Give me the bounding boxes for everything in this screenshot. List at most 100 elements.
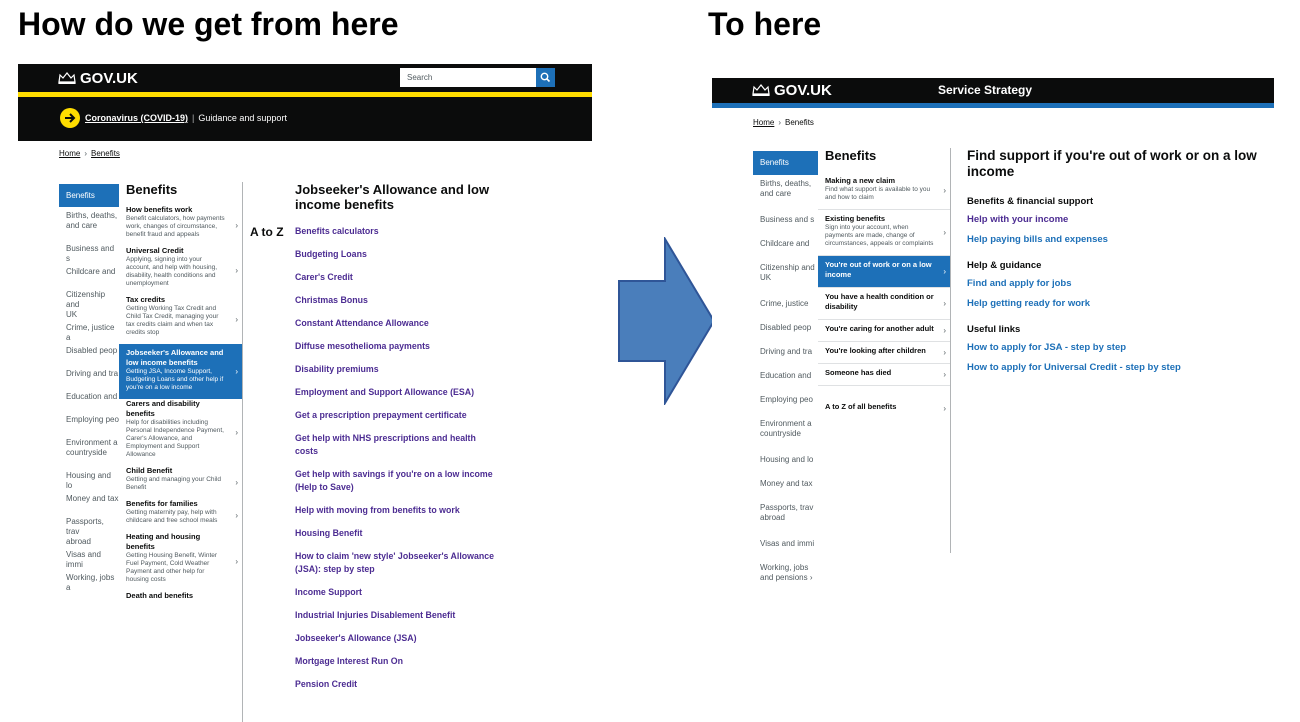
breadcrumb-home[interactable]: Home — [59, 149, 80, 158]
support-content: Find support if you're out of work or on… — [967, 148, 1267, 388]
govuk-logo[interactable]: GOV.UK — [58, 70, 138, 87]
sidebar-item[interactable]: Money and tax — [59, 490, 119, 513]
category-item[interactable]: Jobseeker's Allowance and low income ben… — [119, 344, 242, 399]
search-input[interactable]: Search — [400, 68, 536, 87]
sidebar-item[interactable]: Childcare and — [753, 235, 818, 259]
sidebar-item[interactable]: Crime, justice a — [59, 319, 119, 342]
covid-link[interactable]: Coronavirus (COVID-19) — [85, 113, 188, 123]
benefit-link[interactable]: Budgeting Loans — [295, 248, 495, 261]
benefit-link[interactable]: Carer's Credit — [295, 271, 495, 284]
category-item[interactable]: Heating and housing benefits Getting Hous… — [119, 532, 242, 591]
sidebar-item[interactable]: Crime, justice — [753, 295, 818, 319]
sidebar-item[interactable]: Visas and immi — [753, 535, 818, 559]
benefit-link[interactable]: Jobseeker's Allowance (JSA) — [295, 632, 495, 645]
support-link[interactable]: Find and apply for jobs — [967, 278, 1267, 290]
search-button[interactable] — [536, 68, 555, 87]
benefit-link[interactable]: Get help with NHS prescriptions and heal… — [295, 432, 495, 458]
service-name[interactable]: Service Strategy — [938, 83, 1032, 97]
sidebar-item[interactable]: Working, jobs and pensions › — [753, 559, 818, 583]
benefit-link[interactable]: Constant Attendance Allowance — [295, 317, 495, 330]
sidebar-item[interactable]: Visas and immi — [59, 546, 119, 569]
chevron-right-icon: › — [235, 510, 238, 520]
benefit-link[interactable]: How to claim 'new style' Jobseeker's All… — [295, 550, 495, 576]
chevron-right-icon: › — [943, 403, 946, 413]
covid-guidance-text: Guidance and support — [198, 113, 287, 123]
benefit-link[interactable]: Christmas Bonus — [295, 294, 495, 307]
benefits-category-column: Benefits How benefits work Benefit calcul… — [119, 182, 243, 722]
benefit-link[interactable]: Benefits calculators — [295, 225, 495, 238]
support-section: Benefits & financial support Help with yo… — [967, 196, 1267, 246]
sidebar-item[interactable]: Working, jobs a — [59, 569, 119, 592]
category-item[interactable]: Making a new claim Find what support is a… — [818, 172, 950, 210]
support-link[interactable]: Help paying bills and expenses — [967, 234, 1267, 246]
chevron-right-icon: › — [943, 227, 946, 237]
sidebar-item[interactable]: Benefits — [753, 151, 818, 175]
sidebar-item[interactable]: Environment a countryside — [753, 415, 818, 451]
benefit-link[interactable]: Disability premiums — [295, 363, 495, 376]
section-title: Useful links — [967, 324, 1021, 335]
sidebar-item[interactable]: Employing peo — [753, 391, 818, 415]
atoz-label[interactable]: A to Z — [250, 225, 284, 239]
category-item[interactable]: Universal Credit Applying, signing into y… — [119, 246, 242, 295]
sidebar-item[interactable]: Citizenship and UK — [753, 259, 818, 295]
sidebar-item[interactable]: Environment a countryside — [59, 434, 119, 467]
sidebar-item[interactable]: Education and — [59, 388, 119, 411]
category-item[interactable]: A to Z of all benefits › — [818, 398, 950, 419]
category-heading: Benefits — [825, 148, 877, 163]
benefit-link[interactable]: Get help with savings if you're on a low… — [295, 468, 495, 494]
govuk-logo[interactable]: GOV.UK — [752, 82, 832, 99]
breadcrumb-home[interactable]: Home — [753, 118, 774, 127]
benefit-link[interactable]: Housing Benefit — [295, 527, 495, 540]
sidebar-item[interactable]: Childcare and — [59, 263, 119, 286]
category-title: You're out of work or on a low income — [825, 260, 932, 279]
category-item[interactable]: Child Benefit Getting and managing your C… — [119, 466, 242, 499]
chevron-right-icon: › — [943, 298, 946, 308]
benefit-link[interactable]: Mortgage Interest Run On — [295, 655, 495, 668]
benefit-link[interactable]: Employment and Support Allowance (ESA) — [295, 386, 495, 399]
support-link[interactable]: How to apply for JSA - step by step — [967, 342, 1267, 354]
sidebar-item[interactable]: Disabled peop — [753, 319, 818, 343]
sidebar-item[interactable]: Business and s — [59, 240, 119, 263]
sidebar-item[interactable]: Driving and tra — [753, 343, 818, 367]
category-item[interactable]: You're out of work or on a low income › — [818, 256, 950, 288]
sidebar-item[interactable]: Disabled peop — [59, 342, 119, 365]
category-item[interactable]: Benefits for families Getting maternity p… — [119, 499, 242, 532]
benefit-link[interactable]: Diffuse mesothelioma payments — [295, 340, 495, 353]
sidebar-item[interactable]: Business and s — [753, 211, 818, 235]
benefit-link[interactable]: Get a prescription prepayment certificat… — [295, 409, 495, 422]
category-title: You're caring for another adult — [825, 324, 934, 333]
sidebar-item[interactable]: Births, deaths, and care — [753, 175, 818, 211]
support-link[interactable]: Help getting ready for work — [967, 298, 1267, 310]
category-item[interactable]: You're caring for another adult › — [818, 320, 950, 342]
sidebar-item[interactable]: Money and tax — [753, 475, 818, 499]
category-description: Getting and managing your Child Benefit — [126, 476, 222, 491]
category-item[interactable]: Death and benefits — [119, 591, 242, 608]
category-item[interactable]: Existing benefits Sign into your account,… — [818, 210, 950, 256]
sidebar-item[interactable]: Citizenship and UK — [59, 286, 119, 319]
chevron-right-icon: › — [235, 314, 238, 324]
sidebar-item[interactable]: Passports, trav abroad — [59, 513, 119, 546]
sidebar-item[interactable]: Births, deaths, and care — [59, 207, 119, 240]
benefit-link[interactable]: Pension Credit — [295, 678, 495, 691]
category-title: Tax credits — [126, 295, 166, 304]
category-item[interactable]: Tax credits Getting Working Tax Credit an… — [119, 295, 242, 344]
benefit-link[interactable]: Help with moving from benefits to work — [295, 504, 495, 517]
category-item[interactable]: Carers and disability benefits Help for d… — [119, 399, 242, 466]
sidebar-item[interactable]: Benefits — [59, 184, 119, 207]
sidebar-item[interactable]: Education and — [753, 367, 818, 391]
breadcrumb-benefits[interactable]: Benefits — [91, 149, 120, 158]
sidebar-item[interactable]: Driving and tra — [59, 365, 119, 388]
sidebar-item[interactable]: Housing and lo — [59, 467, 119, 490]
support-link[interactable]: How to apply for Universal Credit - step… — [967, 362, 1267, 374]
benefit-link[interactable]: Income Support — [295, 586, 495, 599]
sidebar-item[interactable]: Passports, trav abroad — [753, 499, 818, 535]
chevron-right-icon: › — [235, 220, 238, 230]
sidebar-item[interactable]: Housing and lo — [753, 451, 818, 475]
benefit-link[interactable]: Industrial Injuries Disablement Benefit — [295, 609, 495, 622]
category-item[interactable]: How benefits work Benefit calculators, ho… — [119, 205, 242, 246]
support-link[interactable]: Help with your income — [967, 214, 1267, 226]
category-item[interactable]: You have a health condition or disabilit… — [818, 288, 950, 320]
sidebar-item[interactable]: Employing peo — [59, 411, 119, 434]
category-item[interactable]: You're looking after children › — [818, 342, 950, 364]
category-item[interactable]: Someone has died › — [818, 364, 950, 386]
